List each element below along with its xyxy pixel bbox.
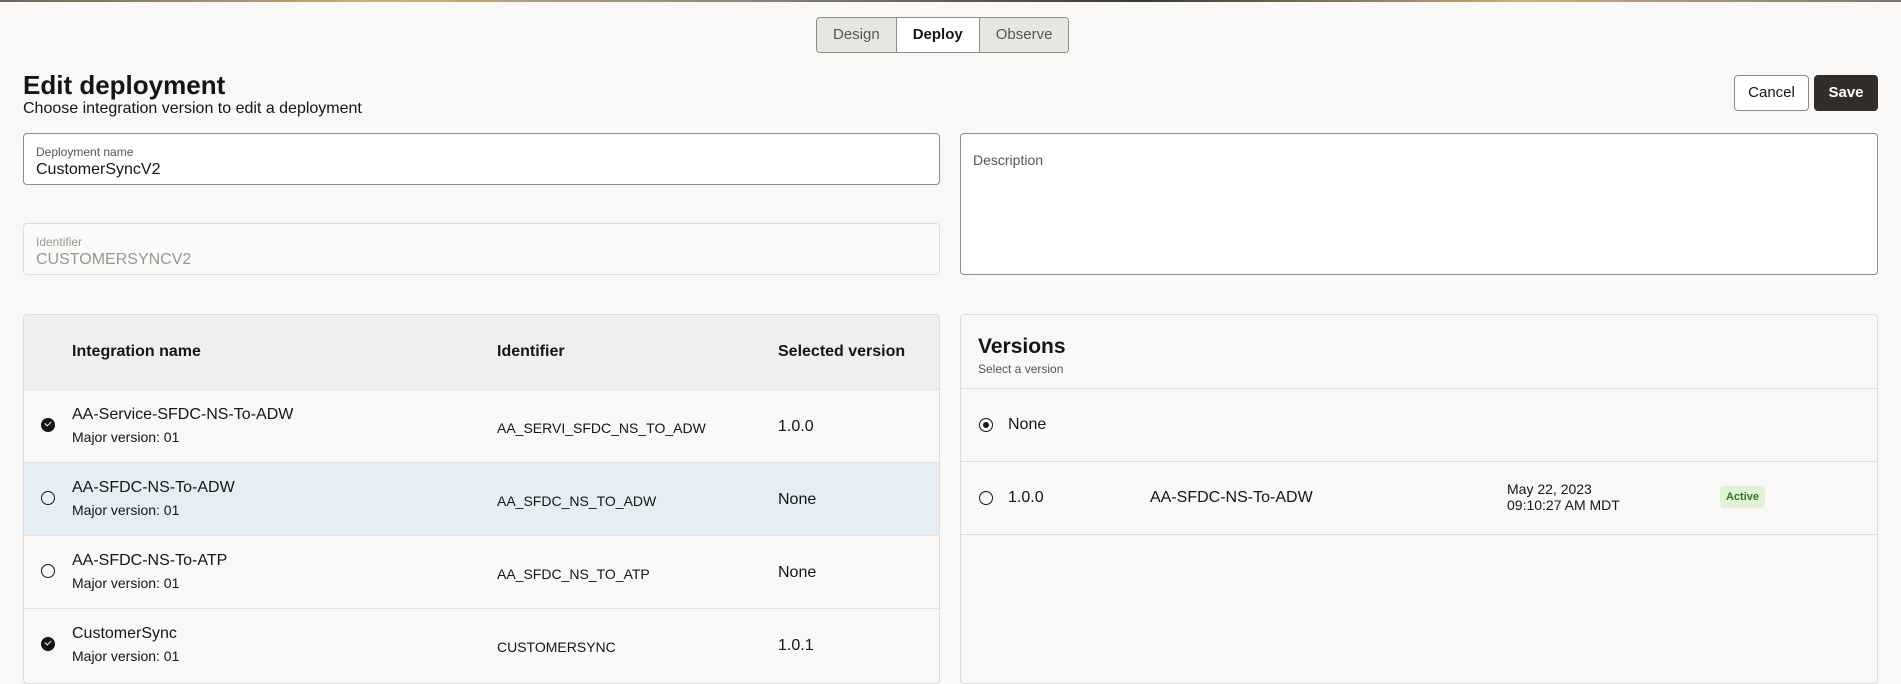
version-number: 1.0.0 (1008, 489, 1044, 506)
empty-circle-icon[interactable] (41, 564, 55, 578)
integration-identifier: AA_SERVI_SFDC_NS_TO_ADW (497, 420, 706, 436)
identifier-label: Identifier (36, 235, 83, 249)
version-date: May 22, 2023 (1507, 481, 1592, 497)
page-subtitle: Choose integration version to edit a dep… (23, 100, 362, 117)
integrations-table: Integration name Identifier Selected ver… (23, 314, 940, 684)
table-row[interactable]: AA-SFDC-NS-To-ADW Major version: 01 AA_SF… (24, 462, 939, 535)
page-title: Edit deployment (23, 70, 226, 100)
versions-subtitle: Select a version (978, 362, 1064, 376)
mode-tabs: Design Deploy Observe (816, 17, 1070, 53)
major-version: Major version: 01 (72, 575, 180, 591)
identifier-value: CUSTOMERSYNCV2 (36, 251, 192, 268)
save-button[interactable]: Save (1814, 75, 1878, 111)
selected-version: 1.0.1 (778, 637, 814, 654)
selected-version: None (778, 491, 817, 508)
status-badge: Active (1720, 486, 1766, 508)
table-row[interactable]: AA-Service-SFDC-NS-To-ADW Major version: … (24, 389, 939, 462)
integration-name: CustomerSync (72, 625, 177, 642)
identifier-field: Identifier CUSTOMERSYNCV2 (23, 223, 940, 275)
versions-panel: Versions Select a version None 1.0.0 AA-… (960, 314, 1878, 684)
tab-design[interactable]: Design (817, 18, 897, 52)
empty-circle-icon[interactable] (41, 491, 55, 505)
integration-identifier: AA_SFDC_NS_TO_ATP (497, 566, 650, 582)
integration-identifier: CUSTOMERSYNC (497, 639, 616, 655)
check-circle-icon[interactable] (41, 418, 55, 432)
col-integration-name: Integration name (72, 343, 201, 360)
deployment-name-value[interactable]: CustomerSyncV2 (36, 161, 927, 179)
col-identifier: Identifier (497, 343, 565, 360)
table-header: Integration name Identifier Selected ver… (24, 315, 939, 389)
cancel-button[interactable]: Cancel (1734, 75, 1809, 111)
version-none-label: None (1008, 416, 1047, 433)
integration-name: AA-Service-SFDC-NS-To-ADW (72, 406, 294, 423)
tab-observe[interactable]: Observe (979, 18, 1069, 52)
description-label: Description (973, 152, 1044, 168)
radio-empty-icon[interactable] (979, 491, 993, 505)
tab-deploy[interactable]: Deploy (896, 18, 980, 52)
selected-version: 1.0.0 (778, 418, 814, 435)
radio-selected-icon[interactable] (979, 418, 993, 432)
integration-identifier: AA_SFDC_NS_TO_ADW (497, 493, 657, 509)
major-version: Major version: 01 (72, 429, 180, 445)
version-time: 09:10:27 AM MDT (1507, 497, 1620, 513)
table-row[interactable]: AA-SFDC-NS-To-ATP Major version: 01 AA_SF… (24, 535, 939, 608)
deployment-name-field[interactable]: Deployment name CustomerSyncV2 (23, 133, 940, 185)
integration-name: AA-SFDC-NS-To-ATP (72, 552, 228, 569)
top-strip (0, 0, 1901, 2)
check-circle-icon[interactable] (41, 637, 55, 651)
major-version: Major version: 01 (72, 648, 180, 664)
selected-version: None (778, 564, 817, 581)
versions-title: Versions (978, 335, 1066, 358)
version-option-none[interactable]: None (961, 389, 1877, 462)
deployment-name-label: Deployment name (36, 145, 134, 159)
version-integration-name: AA-SFDC-NS-To-ADW (1150, 489, 1313, 506)
col-selected-version: Selected version (778, 343, 906, 360)
integration-name: AA-SFDC-NS-To-ADW (72, 479, 235, 496)
version-option[interactable]: 1.0.0 AA-SFDC-NS-To-ADW May 22, 2023 09:1… (961, 462, 1877, 535)
description-field[interactable]: Description (960, 133, 1878, 275)
table-row[interactable]: CustomerSync Major version: 01 CUSTOMERSY… (24, 608, 939, 681)
major-version: Major version: 01 (72, 502, 180, 518)
